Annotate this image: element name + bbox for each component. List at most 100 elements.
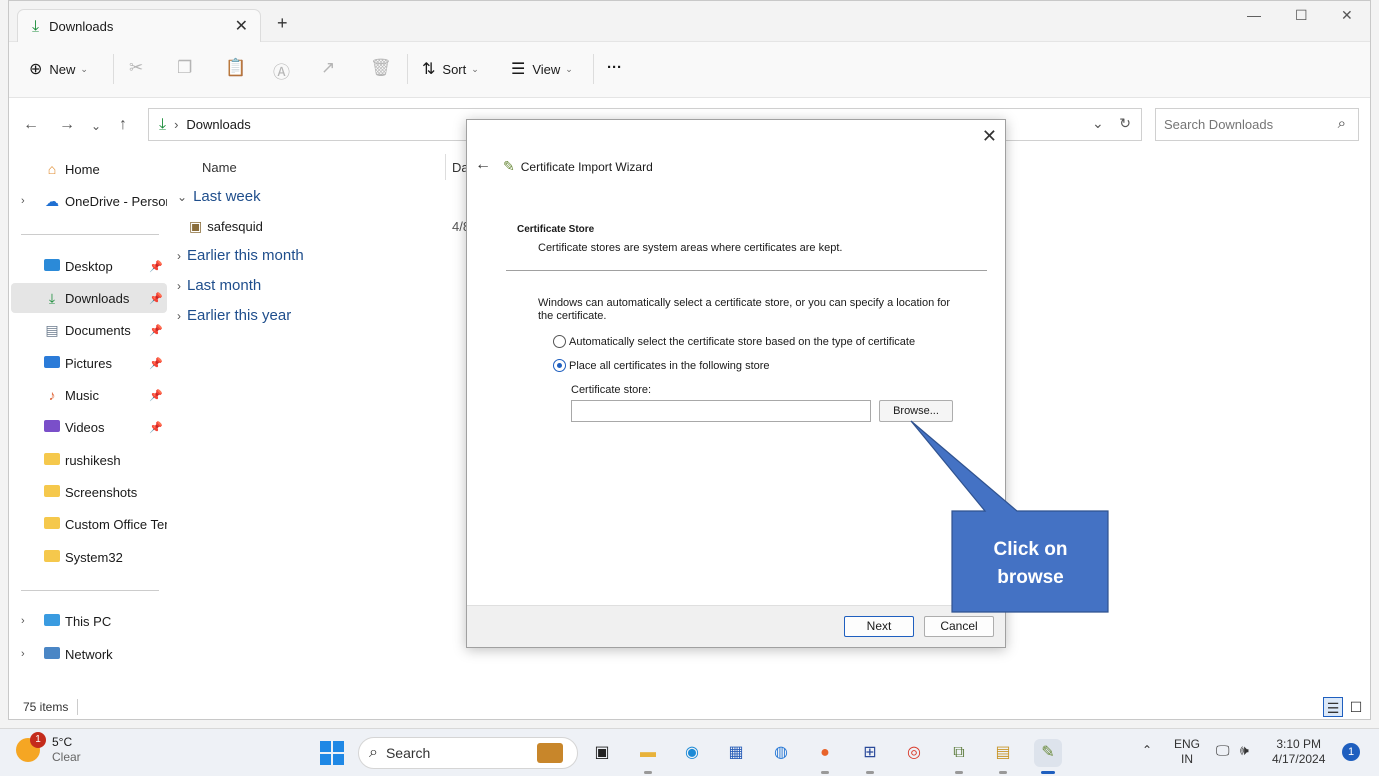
clock[interactable]: 3:10 PM 4/17/2024: [1272, 737, 1325, 767]
sidebar-item-label: Network: [65, 646, 113, 662]
sidebar-item-label: Music: [65, 387, 99, 403]
dialog-footer: Next Cancel: [467, 605, 1005, 647]
taskbar-search[interactable]: ⌕ Search: [358, 737, 578, 769]
pin-icon[interactable]: 📌: [149, 357, 163, 370]
file-explorer-icon[interactable]: ▬: [634, 739, 662, 774]
sidebar-item-network[interactable]: › Network: [11, 639, 167, 669]
tab-downloads[interactable]: ⤓ Downloads ✕: [17, 9, 261, 43]
cut-icon[interactable]: ✂: [129, 58, 143, 78]
details-view-icon[interactable]: ☰: [1323, 697, 1343, 717]
firefox-icon[interactable]: ●: [811, 739, 839, 774]
search-box[interactable]: ⌕: [1155, 108, 1359, 141]
sidebar-item-system32[interactable]: System32: [11, 542, 167, 572]
forward-arrow-icon[interactable]: →: [59, 116, 75, 134]
certificate-store-field[interactable]: [571, 400, 871, 422]
pin-icon[interactable]: 📌: [149, 292, 163, 305]
paste-icon[interactable]: 📋: [225, 58, 246, 78]
network-manager-icon[interactable]: ⊞: [856, 739, 884, 774]
task-view-icon[interactable]: ▣: [588, 739, 616, 767]
sidebar-item-this-pc[interactable]: › This PC: [11, 606, 167, 636]
chevron-right-icon[interactable]: ›: [21, 648, 25, 660]
toolbar-divider: [113, 54, 114, 84]
folder-icon: [43, 516, 61, 532]
sort-button[interactable]: ⇅ Sort ⌄: [422, 59, 479, 79]
chrome-icon[interactable]: ◎: [900, 739, 928, 767]
new-tab-button[interactable]: +: [277, 13, 288, 34]
group-last-month[interactable]: › Last month: [177, 277, 261, 294]
rename-icon[interactable]: Ⓐ: [273, 58, 290, 83]
sidebar-item-label: Documents: [65, 322, 131, 338]
close-window-button[interactable]: ✕: [1341, 7, 1353, 24]
sidebar-item-pictures[interactable]: Pictures 📌: [11, 348, 167, 378]
more-options-button[interactable]: ···: [607, 59, 622, 76]
group-last-week[interactable]: ⌄ Last week: [177, 188, 261, 205]
certificate-app-icon[interactable]: ▤: [989, 739, 1017, 774]
sidebar-item-downloads[interactable]: ⤓ Downloads 📌: [11, 283, 167, 313]
sidebar-item-documents[interactable]: ▤ Documents 📌: [11, 315, 167, 345]
view-button[interactable]: ☰ View ⌄: [511, 59, 573, 79]
videos-icon: [43, 419, 61, 435]
column-divider[interactable]: [445, 154, 446, 180]
volume-icon[interactable]: 🕪: [1240, 743, 1249, 758]
sidebar-item-home[interactable]: ⌂ Home: [11, 154, 167, 184]
up-arrow-icon[interactable]: ↑: [119, 116, 127, 134]
new-button[interactable]: ⊕ New ⌄: [29, 59, 88, 79]
language-indicator[interactable]: ENG IN: [1174, 737, 1200, 767]
column-header-name[interactable]: Name: [202, 160, 237, 175]
browse-button[interactable]: Browse...: [879, 400, 953, 422]
sidebar-item-custom-office-templates[interactable]: Custom Office Tem: [11, 509, 167, 539]
weather-widget[interactable]: 1 5°C Clear: [16, 732, 81, 765]
start-button[interactable]: [320, 741, 344, 765]
callout-line: browse: [997, 567, 1064, 588]
maximize-button[interactable]: ☐: [1295, 7, 1308, 24]
back-arrow-icon[interactable]: ←: [23, 116, 39, 134]
sidebar-item-onedrive[interactable]: › ☁ OneDrive - Persona: [11, 186, 167, 216]
sidebar-item-desktop[interactable]: Desktop 📌: [11, 251, 167, 281]
breadcrumb-downloads[interactable]: Downloads: [186, 117, 250, 132]
group-earlier-this-month[interactable]: › Earlier this month: [177, 247, 304, 264]
section-subheading: Certificate stores are system areas wher…: [538, 242, 843, 254]
notification-badge[interactable]: 1: [1342, 743, 1360, 761]
list-item-safesquid[interactable]: ▣ safesquid 4/8: [189, 218, 470, 235]
group-earlier-this-year[interactable]: › Earlier this year: [177, 307, 291, 324]
search-input[interactable]: [1156, 109, 1316, 140]
callout-text: Click on browse: [953, 536, 1108, 592]
next-button[interactable]: Next: [844, 616, 914, 637]
group-label: Earlier this year: [187, 307, 292, 324]
back-arrow-icon[interactable]: ←: [475, 156, 491, 174]
pin-icon[interactable]: 📌: [149, 389, 163, 402]
tiles-view-icon[interactable]: ☐: [1346, 697, 1366, 717]
share-icon[interactable]: ↗: [321, 58, 335, 78]
outlook-icon[interactable]: ◍: [767, 739, 795, 767]
pin-icon[interactable]: 📌: [149, 260, 163, 273]
file-name: safesquid: [207, 219, 263, 234]
radio-checked[interactable]: [553, 359, 566, 372]
close-icon[interactable]: ✕: [982, 126, 997, 147]
sidebar-item-rushikesh[interactable]: rushikesh: [11, 445, 167, 475]
sidebar-item-screenshots[interactable]: Screenshots: [11, 477, 167, 507]
breadcrumb-chevron-icon: ›: [174, 117, 179, 132]
sidebar-item-music[interactable]: ♪ Music 📌: [11, 380, 167, 410]
taskbar: 1 5°C Clear ⌕ Search ▣ ▬ ◉ ▦ ◍ ● ⊞ ◎ ⧉ ▤…: [0, 728, 1379, 776]
cancel-button[interactable]: Cancel: [924, 616, 994, 637]
network-status-icon[interactable]: 🖵: [1216, 743, 1230, 758]
radio-unchecked[interactable]: [553, 335, 566, 348]
pin-icon[interactable]: 📌: [149, 421, 163, 434]
copy-icon[interactable]: ❐: [177, 58, 192, 78]
minimize-button[interactable]: —: [1247, 7, 1261, 23]
certificate-import-wizard-icon[interactable]: ✎: [1034, 739, 1062, 774]
chevron-right-icon[interactable]: ›: [21, 195, 25, 207]
radio-place-in-store[interactable]: Place all certificates in the following …: [553, 359, 770, 372]
chevron-up-icon[interactable]: ⌃: [1142, 743, 1152, 758]
recent-locations-icon[interactable]: ⌄: [91, 119, 101, 133]
delete-icon[interactable]: 🗑: [370, 58, 392, 78]
refresh-icon[interactable]: ⌄ ↻: [1092, 115, 1131, 132]
sidebar-item-videos[interactable]: Videos 📌: [11, 412, 167, 442]
pin-icon[interactable]: 📌: [149, 324, 163, 337]
close-tab-icon[interactable]: ✕: [235, 16, 248, 36]
store-icon[interactable]: ▦: [722, 739, 750, 767]
edge-icon[interactable]: ◉: [678, 739, 706, 767]
certificate-manager-icon[interactable]: ⧉: [945, 739, 973, 774]
chevron-right-icon[interactable]: ›: [21, 615, 25, 627]
radio-auto-select-store[interactable]: Automatically select the certificate sto…: [553, 335, 915, 348]
